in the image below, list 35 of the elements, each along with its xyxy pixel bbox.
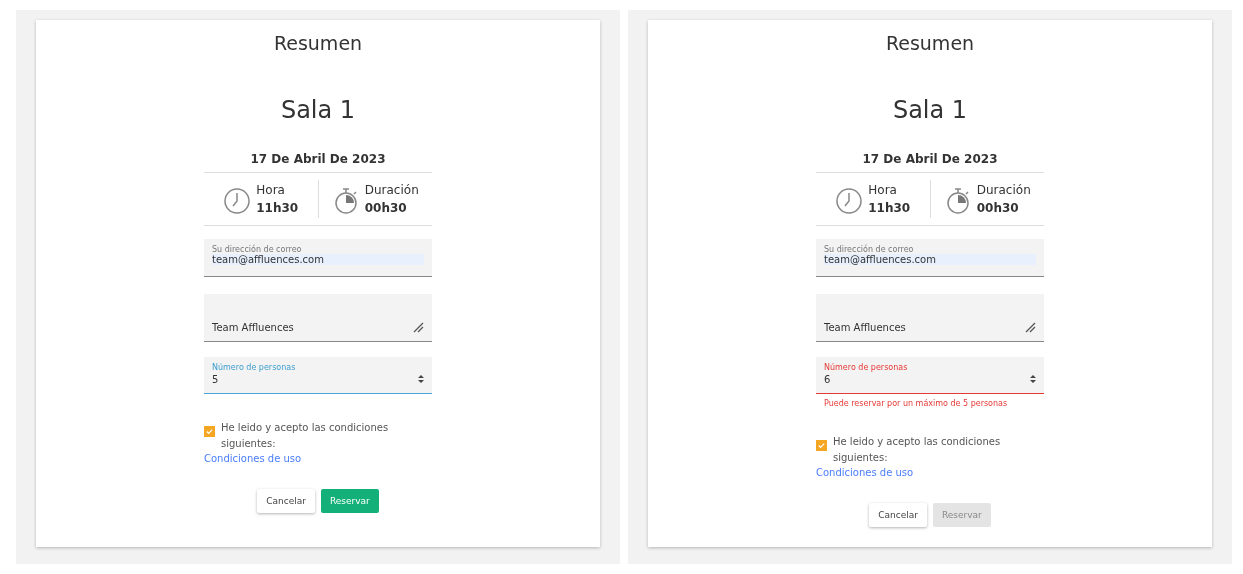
persons-field[interactable]: Número de personas 5 [204, 357, 432, 394]
spinner-icon[interactable] [418, 374, 424, 384]
consent-text: He leido y acepto las condiciones siguientes: [833, 435, 1002, 465]
duration-label: Duración [364, 183, 419, 197]
date-text: 17 De Abril De 2023 [816, 152, 1044, 173]
time-value: 11h30 [256, 201, 299, 215]
summary-title: Resumen [885, 32, 975, 54]
cancel-button[interactable]: Cancelar [257, 489, 315, 513]
room-name: Sala 1 [280, 96, 356, 124]
terms-link[interactable]: Condiciones de uso [816, 467, 914, 478]
resize-handle-icon[interactable] [1024, 321, 1036, 333]
email-field[interactable]: Su dirección de correo team@affluences.com [816, 239, 1044, 277]
date-text: 17 De Abril De 2023 [204, 152, 432, 173]
email-field[interactable]: Su dirección de correo team@affluences.com [204, 239, 432, 277]
time-label: Hora [868, 183, 898, 197]
consent-text: He leido y acepto las condiciones siguientes: [221, 421, 390, 451]
time-label: Hora [256, 183, 286, 197]
duration-value: 00h30 [976, 201, 1020, 215]
clock-icon [223, 187, 252, 215]
duration-value: 00h30 [364, 201, 408, 215]
duration-label: Duración [976, 183, 1031, 197]
resize-handle-icon[interactable] [412, 321, 424, 333]
checkbox[interactable] [204, 426, 215, 437]
summary-title: Resumen [273, 32, 363, 54]
terms-link[interactable]: Condiciones de uso [204, 453, 302, 464]
spinner-icon[interactable] [1030, 374, 1036, 384]
persons-field[interactable]: Número de personas 6 [816, 357, 1044, 394]
name-textarea[interactable]: Team Affluences [816, 294, 1044, 342]
clock-icon [835, 187, 864, 215]
cancel-button[interactable]: Cancelar [869, 503, 927, 527]
name-textarea[interactable]: Team Affluences [204, 294, 432, 342]
time-value: 11h30 [868, 201, 911, 215]
checkbox[interactable] [816, 440, 827, 451]
room-name: Sala 1 [892, 96, 968, 124]
error-message: Puede reservar por un máximo de 5 personas [823, 399, 1009, 408]
